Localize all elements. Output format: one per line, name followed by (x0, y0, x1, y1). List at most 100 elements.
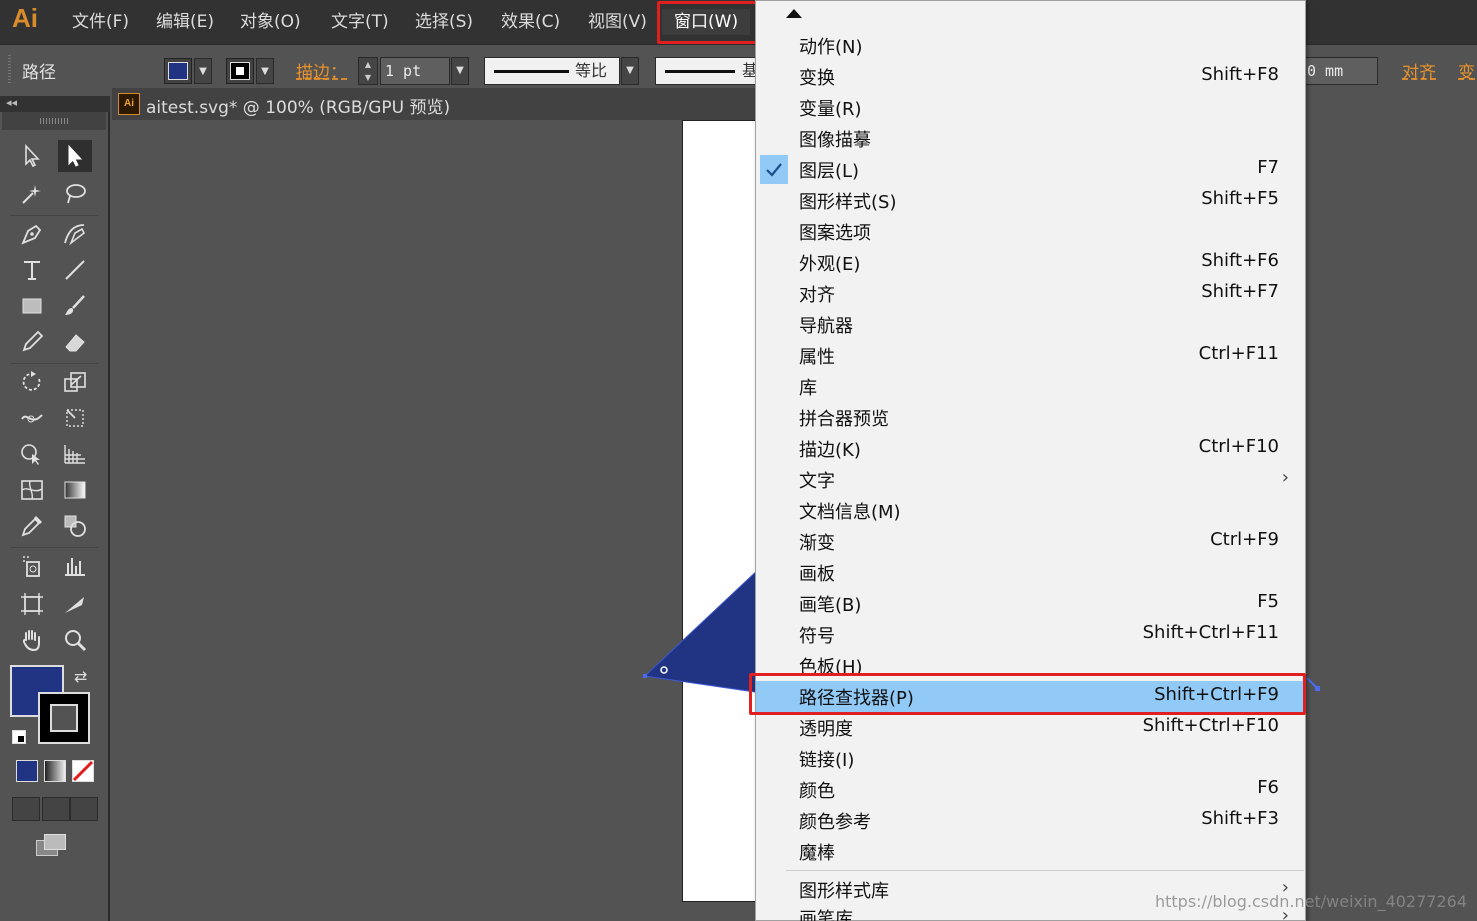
hand-tool-icon[interactable] (15, 624, 49, 656)
menu-effect[interactable]: 效果(C) (499, 9, 562, 35)
width-tool-icon[interactable] (15, 402, 49, 434)
menu-item-color[interactable]: 颜色 F6 (756, 774, 1305, 805)
gradient-mode-button[interactable] (44, 760, 66, 782)
slice-tool-icon[interactable] (58, 588, 92, 620)
default-fill-stroke-icon[interactable] (12, 730, 26, 744)
menu-item-actions[interactable]: 动作(N) (756, 30, 1305, 61)
menu-item-properties[interactable]: 属性 Ctrl+F11 (756, 340, 1305, 371)
eraser-tool-icon[interactable] (58, 326, 92, 358)
rotate-tool-icon[interactable] (15, 366, 49, 398)
eyedropper-tool-icon[interactable] (15, 510, 49, 542)
color-mode-button[interactable] (16, 760, 38, 782)
draw-inside-icon[interactable] (70, 797, 98, 821)
menu-view[interactable]: 视图(V) (586, 9, 649, 35)
symbol-sprayer-tool-icon[interactable] (15, 550, 49, 582)
artboard-tool-icon[interactable] (15, 588, 49, 620)
menu-item-variables[interactable]: 变量(R) (756, 92, 1305, 123)
gradient-tool-icon[interactable] (58, 474, 92, 506)
menu-item-shortcut: Shift+F7 (1201, 281, 1279, 302)
fill-color-chip (168, 62, 188, 80)
menu-item-navigator[interactable]: 导航器 (756, 309, 1305, 340)
line-tool-icon[interactable] (58, 254, 92, 286)
menu-item-appearance[interactable]: 外观(E) Shift+F6 (756, 247, 1305, 278)
control-bar-grip[interactable] (8, 55, 11, 85)
position-input[interactable]: 0 mm (1302, 57, 1378, 85)
pencil-tool-icon[interactable] (15, 326, 49, 358)
toolbox-header[interactable] (2, 112, 106, 130)
menu-item-symbols[interactable]: 符号 Shift+Ctrl+F11 (756, 619, 1305, 650)
blend-tool-icon[interactable] (58, 510, 92, 542)
selection-tool-icon[interactable] (15, 140, 49, 172)
menu-item-label: 拼合器预览 (799, 409, 889, 430)
pen-tool-icon[interactable] (15, 218, 49, 250)
direct-selection-tool-icon[interactable] (58, 140, 92, 172)
stroke-dropdown-arrow[interactable]: ▼ (256, 58, 274, 84)
stroke-weight-input[interactable]: 1 pt (380, 57, 450, 85)
menu-file[interactable]: 文件(F) (70, 9, 131, 35)
screen-mode-icon[interactable] (36, 834, 68, 858)
menu-item-flattener-preview[interactable]: 拼合器预览 (756, 402, 1305, 433)
menu-select[interactable]: 选择(S) (413, 9, 475, 35)
menu-item-links[interactable]: 链接(I) (756, 743, 1305, 774)
menu-item-libraries[interactable]: 库 (756, 371, 1305, 402)
menu-item-type[interactable]: 文字 › (756, 464, 1305, 495)
draw-behind-icon[interactable] (42, 797, 70, 821)
menu-item-graphic-styles[interactable]: 图形样式(S) Shift+F5 (756, 185, 1305, 216)
shape-builder-tool-icon[interactable] (15, 438, 49, 470)
fill-color-swatch[interactable] (164, 58, 192, 84)
menu-item-magic-wand[interactable]: 魔棒 (756, 836, 1305, 867)
menu-window[interactable]: 窗口(W) (662, 9, 751, 35)
variable-width-profile[interactable]: 等比 (484, 57, 620, 85)
align-panel-link[interactable]: 对齐 (1402, 58, 1436, 83)
menu-item-pattern-options[interactable]: 图案选项 (756, 216, 1305, 247)
menu-item-stroke[interactable]: 描边(K) Ctrl+F10 (756, 433, 1305, 464)
profile-dropdown[interactable]: ▼ (621, 57, 639, 85)
scroll-up-arrow-icon[interactable] (786, 9, 802, 18)
brush-definition[interactable]: 基 (655, 57, 765, 85)
menu-item-document-info[interactable]: 文档信息(M) (756, 495, 1305, 526)
draw-normal-icon[interactable] (12, 797, 40, 821)
stroke-color-swatch[interactable] (226, 58, 254, 84)
menu-object[interactable]: 对象(O) (238, 9, 303, 35)
document-tab-title: aitest.svg* @ 100% (RGB/GPU 预览) (146, 98, 451, 118)
lasso-tool-icon[interactable] (58, 178, 92, 210)
type-tool-icon[interactable] (15, 254, 49, 286)
menu-item-brushes[interactable]: 画笔(B) F5 (756, 588, 1305, 619)
menu-item-align[interactable]: 对齐 Shift+F7 (756, 278, 1305, 309)
paintbrush-tool-icon[interactable] (58, 290, 92, 322)
transform-panel-link[interactable]: 变 (1458, 58, 1475, 83)
menu-item-transparency[interactable]: 透明度 Shift+Ctrl+F10 (756, 712, 1305, 743)
menu-type[interactable]: 文字(T) (329, 9, 391, 35)
path-shape[interactable] (643, 564, 763, 694)
anchor-handle[interactable] (643, 674, 647, 678)
perspective-grid-tool-icon[interactable] (58, 438, 92, 470)
menu-item-layers[interactable]: 图层(L) F7 (756, 154, 1305, 185)
magic-wand-tool-icon[interactable] (15, 178, 49, 210)
menu-item-label: 颜色 (799, 781, 835, 802)
stroke-weight-stepper[interactable]: ▲ ▼ (358, 57, 378, 85)
free-transform-tool-icon[interactable] (58, 402, 92, 434)
stroke-panel-link[interactable]: 描边： (296, 58, 347, 83)
document-tab[interactable]: Ai aitest.svg* @ 100% (RGB/GPU 预览) (112, 88, 762, 120)
none-mode-button[interactable] (72, 760, 94, 782)
menu-item-transform[interactable]: 变换 Shift+F8 (756, 61, 1305, 92)
toolbox-stroke-swatch[interactable] (38, 692, 90, 744)
curvature-tool-icon[interactable] (58, 218, 92, 250)
menu-item-color-guide[interactable]: 颜色参考 Shift+F3 (756, 805, 1305, 836)
menu-item-swatches[interactable]: 色板(H) (756, 650, 1305, 681)
swap-fill-stroke-icon[interactable]: ⇄ (74, 667, 87, 686)
zoom-tool-icon[interactable] (58, 624, 92, 656)
rectangle-tool-icon[interactable] (15, 290, 49, 322)
column-graph-tool-icon[interactable] (58, 550, 92, 582)
stroke-weight-dropdown[interactable]: ▼ (451, 57, 469, 85)
menu-edit[interactable]: 编辑(E) (154, 9, 216, 35)
toolbox: ⇄ (0, 112, 110, 921)
anchor-handle-right[interactable] (1315, 686, 1320, 691)
menu-item-image-trace[interactable]: 图像描摹 (756, 123, 1305, 154)
menu-item-gradient[interactable]: 渐变 Ctrl+F9 (756, 526, 1305, 557)
mesh-tool-icon[interactable] (15, 474, 49, 506)
menu-item-artboards[interactable]: 画板 (756, 557, 1305, 588)
scale-tool-icon[interactable] (58, 366, 92, 398)
fill-dropdown-arrow[interactable]: ▼ (194, 58, 212, 84)
menu-item-pathfinder[interactable]: 路径查找器(P) Shift+Ctrl+F9 (756, 681, 1305, 712)
